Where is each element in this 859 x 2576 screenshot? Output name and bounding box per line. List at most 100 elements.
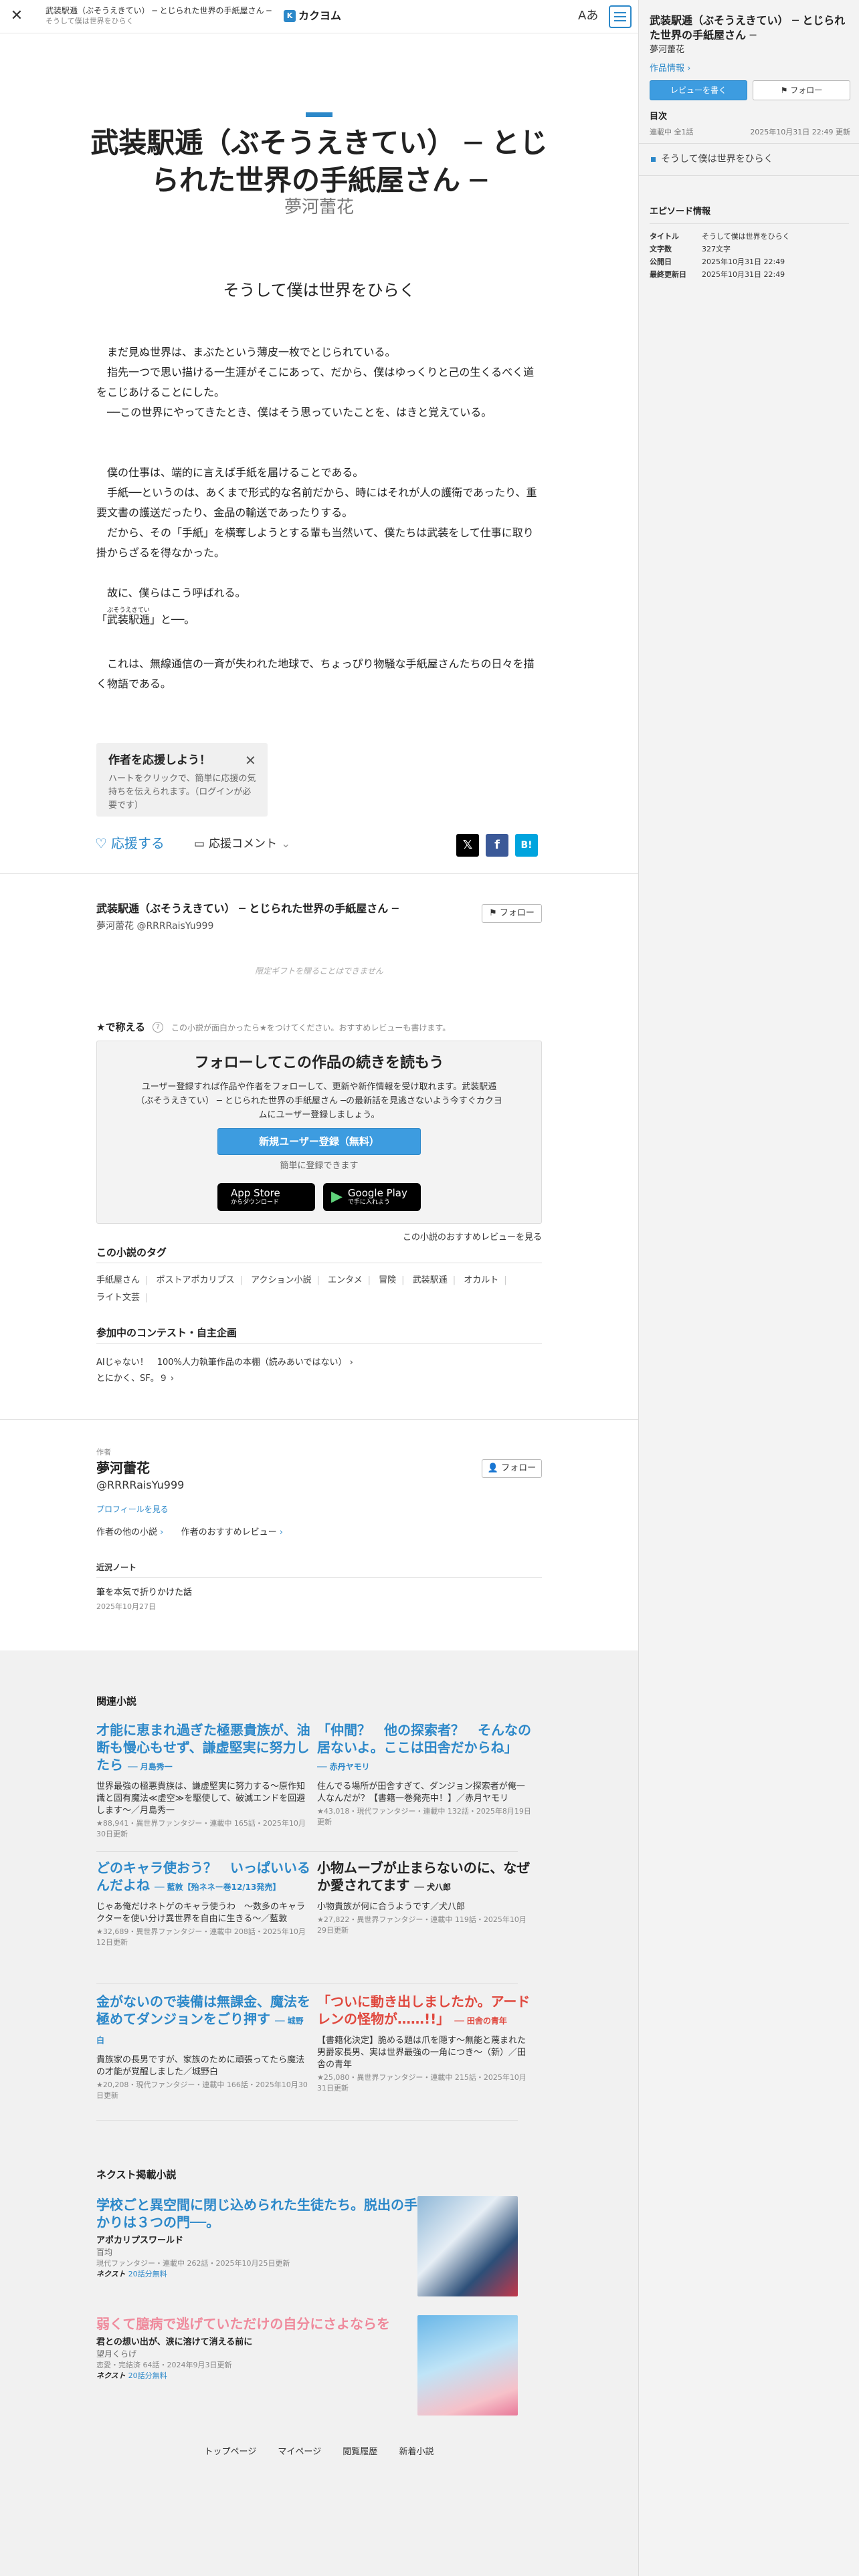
share-hatena-button[interactable]: B! (515, 834, 538, 857)
side-panel: 武装駅逓（ぶそうえきてい） ─ とじられた世界の手紙屋さん ─ 夢河蕾花 作品情… (638, 0, 859, 2576)
toc-heading: 目次 (650, 112, 668, 122)
next-item[interactable]: 弱くて臆病で逃げていただけの自分にさよならを 君との想い出が、涙に溶けて消える前… (96, 2315, 431, 2381)
cheer-text: ハートをクリックで、簡単に応援の気持ちを伝えられます。（ログインが必要です） (108, 774, 256, 811)
work-title[interactable]: 武装駅逓（ぶそうえきてい） ─ とじられた世界の手紙屋さん ─ (87, 124, 551, 199)
footer-link[interactable]: トップページ (205, 2447, 257, 2457)
register-button[interactable]: 新規ユーザー登録（無料） (217, 1128, 421, 1155)
contest-link[interactable]: AIじゃない！ 100%人力執筆作品の本棚（読みあいではない） › (96, 1356, 542, 1370)
bookmark-icon: ⚑ (489, 908, 500, 918)
write-review-button[interactable]: レビューを書く (650, 80, 747, 100)
side-work-title[interactable]: 武装駅逓（ぶそうえきてい） ─ とじられた世界の手紙屋さん ─ (650, 13, 850, 43)
body-paragraph: 故に、僕らはこう呼ばれる。 (96, 586, 246, 599)
author-id[interactable]: @RRRRaisYu999 (96, 1478, 184, 1493)
body-paragraph (96, 630, 542, 650)
stars-hint: この小説が面白かったら★をつけてください。おすすめレビューも書けます。 (171, 1023, 451, 1033)
gift-note: 限定ギフトを贈ることはできません (255, 966, 383, 976)
comment-button[interactable]: ▭ 応援コメント ⌄ (194, 836, 290, 852)
work-follow-button[interactable]: ⚑ フォロー (482, 904, 542, 923)
related-item[interactable]: 金がないので装備は無課金、魔法を極めてダンジョンをごり押す ── 城野白 貴族家… (96, 1993, 310, 2101)
next-heading: ネクスト掲載小説 (96, 2169, 177, 2181)
related-item[interactable]: どのキャラ使おう？ いっぱいいるんだよね ── 藍敦【殆ネネー巻12/13発売】… (96, 1859, 310, 1948)
like-button[interactable]: ♡ 応援する (95, 835, 165, 852)
tag[interactable]: ライト文芸 (96, 1293, 140, 1303)
heart-icon: ♡ (95, 835, 107, 851)
body-paragraph-ruby: 「武装駅逓ぶそうえきてい」と──。 (96, 607, 195, 626)
easy-register-note: 簡単に登録できます (280, 1161, 359, 1171)
divider (96, 2120, 518, 2121)
side-author[interactable]: 夢河蕾花 (650, 44, 684, 56)
other-works-link[interactable]: 作者の他の小説 (96, 1527, 157, 1537)
footer-link[interactable]: 新着小説 (399, 2447, 434, 2457)
divider (96, 1983, 518, 1984)
tag[interactable]: エンタメ (328, 1275, 363, 1285)
work-author[interactable]: 夢河蕾花 (87, 196, 551, 219)
kakuyomu-logo[interactable]: K カクヨム (284, 9, 341, 23)
title-decoration (306, 112, 332, 117)
tag[interactable]: 手紙屋さん (96, 1275, 140, 1285)
tag[interactable]: アクション小説 (251, 1275, 311, 1285)
work-info-title[interactable]: 武装駅逓（ぶそうえきてい） ─ とじられた世界の手紙屋さん ─ (96, 901, 471, 916)
note-title[interactable]: 筆を本気で折りかけた話 (96, 1587, 192, 1599)
episode-info-table: タイトル そうして僕は世界をひらく 文字数 327文字 公開日 2025年10月31日… (650, 232, 790, 279)
related-heading: 関連小説 (96, 1695, 137, 1707)
share-facebook-button[interactable]: f (486, 834, 508, 857)
font-settings-button[interactable]: Aあ (578, 9, 598, 23)
footer-link[interactable]: 閲覧履歴 (343, 2447, 377, 2457)
divider (96, 1851, 518, 1852)
tag[interactable]: 冒険 (379, 1275, 396, 1285)
play-icon: ▶ (331, 1188, 343, 1205)
contest-heading: 参加中のコンテスト・自主企画 (96, 1325, 542, 1344)
close-icon[interactable]: ✕ (9, 9, 24, 23)
author-name[interactable]: 夢河蕾花 (96, 1459, 150, 1477)
divider (0, 873, 638, 874)
header-work-title[interactable]: 武装駅逓（ぶそうえきてい） ─ とじられた世界の手紙屋さん ─ (45, 5, 278, 16)
next-item[interactable]: 学校ごと異空間に閉じ込められた生徒たち。脱出の手がかりは３つの門──。 アポカリ… (96, 2196, 431, 2280)
author-reviews-link[interactable]: 作者のおすすめレビュー (181, 1527, 277, 1537)
episode-body: まだ見ぬ世界は、まぶたという薄皮一枚でとじられている。 指先一つで思い描ける一生… (96, 342, 542, 694)
share-x-button[interactable]: 𝕏 (456, 834, 479, 857)
ruby-text: 武装駅逓ぶそうえきてい (107, 607, 151, 626)
episode-title: そうして僕は世界をひらく (223, 281, 415, 300)
divider (639, 143, 859, 144)
author-follow-button[interactable]: 👤 フォロー (482, 1459, 542, 1478)
related-item[interactable]: 小物ムーブが止まらないのに、なぜか愛されてます ── 犬八郎 小物貴族が何に合う… (317, 1859, 531, 1936)
related-item[interactable]: 「仲間？ 他の探索者？ そんなの居ないよ。ここは田舎だからね」 ── 赤丹ヤモリ… (317, 1721, 531, 1828)
work-info-link[interactable]: 作品情報 › (650, 63, 690, 75)
googleplay-button[interactable]: ▶ Google Play で手に入れよう (323, 1183, 421, 1211)
book-cover-image[interactable] (417, 2315, 518, 2416)
divider (650, 223, 849, 224)
note-heading: 近況ノート (96, 1562, 542, 1578)
cheer-heading: 作者を応援しよう！ (108, 754, 211, 767)
body-paragraph: だから、その「手紙」を横奪しようとする輩も当然いて、僕たちは武装をして仕事に取り… (96, 526, 534, 559)
body-paragraph: 指先一つで思い描ける一生涯がそこにあって、だから、僕はゆっくりと己の生くるべく道… (96, 366, 535, 399)
header-episode-title: そうして僕は世界をひらく (45, 17, 134, 25)
divider (639, 175, 859, 176)
review-link[interactable]: この小説のおすすめレビューを見る (375, 1232, 542, 1244)
stars-label: ★で称える (96, 1021, 145, 1033)
body-paragraph: まだ見ぬ世界は、まぶたという薄皮一枚でとじられている。 (96, 346, 396, 358)
tag[interactable]: 武装駅逓 (413, 1275, 448, 1285)
close-icon[interactable]: ✕ (245, 752, 256, 768)
tags-heading: この小説のタグ (96, 1245, 542, 1263)
tag[interactable]: オカルト (464, 1275, 498, 1285)
help-icon[interactable]: ? (153, 1022, 163, 1033)
author-links: 作者の他の小説 › 作者のおすすめレビュー › (96, 1527, 283, 1537)
profile-link[interactable]: プロフィールを見る (96, 1504, 169, 1515)
chevron-right-icon: › (687, 64, 691, 74)
related-item[interactable]: 才能に恵まれ過ぎた極悪貴族が、油断も慢心もせず、謙虚堅実に努力したら ── 月島… (96, 1721, 310, 1840)
contest-link[interactable]: とにかく、SF。９ › (96, 1372, 542, 1386)
author-label: 作者 (96, 1448, 111, 1457)
chevron-right-icon: › (349, 1358, 353, 1368)
toc-episode-item[interactable]: そうして僕は世界をひらく (651, 152, 773, 166)
appstore-button[interactable]: App Store からダウンロード (217, 1183, 315, 1211)
book-cover-image[interactable] (417, 2196, 518, 2296)
work-info-author[interactable]: 夢河蕾花 @RRRRaisYu999 (96, 920, 213, 933)
reader-header: ✕ 武装駅逓（ぶそうえきてい） ─ とじられた世界の手紙屋さん ─ そうして僕は… (0, 0, 638, 33)
follow-cta-text: ユーザー登録すれば作品や作者をフォローして、更新や新作情報を受け取れます。武装駅… (136, 1082, 502, 1120)
divider (0, 1419, 638, 1420)
related-item[interactable]: 「ついに動き出しましたか。アードレンの怪物が……!!」 ── 田舎の青年 【書籍… (317, 1993, 531, 2094)
menu-icon[interactable] (609, 5, 632, 28)
side-follow-button[interactable]: ⚑ フォロー (753, 80, 850, 100)
tag[interactable]: ポストアポカリプス (157, 1275, 235, 1285)
footer-link[interactable]: マイページ (278, 2447, 321, 2457)
